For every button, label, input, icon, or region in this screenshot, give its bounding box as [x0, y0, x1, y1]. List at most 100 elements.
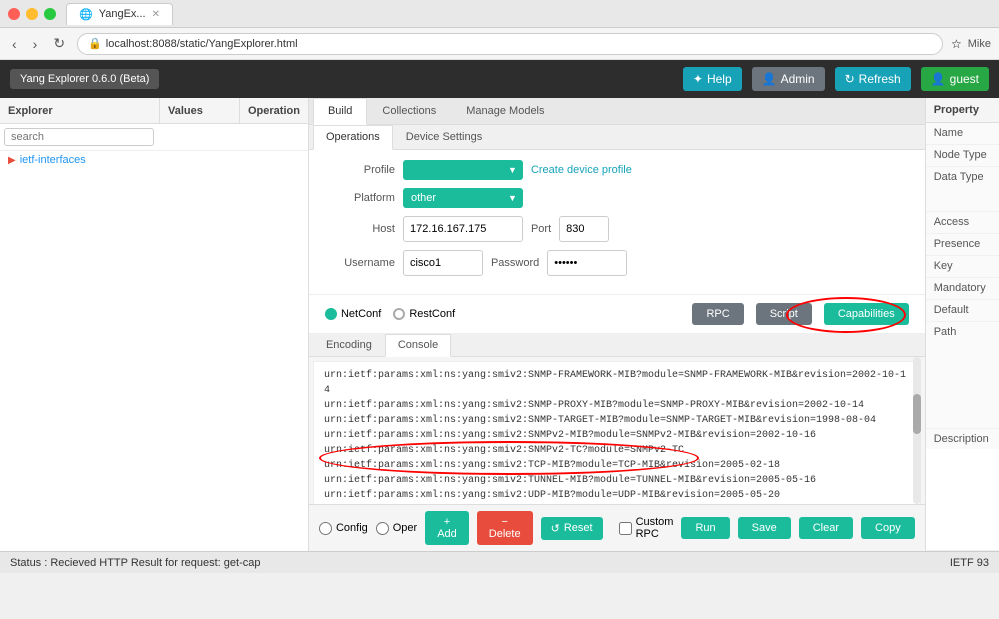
tab-favicon: 🌐	[79, 8, 93, 21]
reload-button[interactable]: ↻	[49, 33, 69, 54]
sub-tab-device-settings[interactable]: Device Settings	[393, 125, 495, 149]
main-layout: Explorer Values Operation ▶ ietf-interfa…	[0, 98, 999, 551]
sidebar-panel: Explorer Values Operation ▶ ietf-interfa…	[0, 98, 309, 551]
col-values-label: Values	[168, 105, 203, 117]
prop-row-name: Name name	[926, 123, 999, 145]
restconf-radio[interactable]	[393, 308, 405, 320]
console-line-3: urn:ietf:params:xml:ns:yang:smiv2:SNMP-T…	[324, 413, 910, 428]
add-label: Add	[437, 528, 457, 540]
prop-row-node-type: Node Type leaf	[926, 145, 999, 167]
oper-radio-label[interactable]: Oper	[376, 522, 417, 535]
refresh-button[interactable]: ↻ Refresh	[835, 67, 911, 91]
console-tab[interactable]: Console	[385, 334, 451, 357]
netconf-radio-label[interactable]: NetConf	[325, 308, 381, 320]
status-bar: Status : Recieved HTTP Result for reques…	[0, 551, 999, 573]
config-label: Config	[336, 522, 368, 534]
protocol-row: NetConf RestConf RPC Script Capabilities	[309, 295, 925, 334]
status-text: Status : Recieved HTTP Result for reques…	[10, 557, 260, 569]
tab-manage-models[interactable]: Manage Models	[451, 98, 559, 124]
console-line-4: urn:ietf:params:xml:ns:yang:smiv2:SNMPv2…	[324, 428, 910, 443]
window-controls	[8, 8, 56, 20]
script-button[interactable]: Script	[756, 303, 812, 325]
console-line-1: urn:ietf:params:xml:ns:yang:smiv2:SNMP-F…	[324, 368, 910, 398]
tab-collections[interactable]: Collections	[367, 98, 451, 124]
console-area[interactable]: urn:ietf:params:xml:ns:yang:smiv2:SNMP-F…	[313, 361, 921, 504]
password-input[interactable]	[547, 250, 627, 276]
prop-mandatory-label: Mandatory	[926, 278, 999, 299]
search-input[interactable]	[4, 128, 154, 146]
copy-button[interactable]: Copy	[861, 517, 915, 539]
main-tabs-bar: Build Collections Manage Models	[309, 98, 925, 125]
tree-item-ietf-interfaces[interactable]: ▶ ietf-interfaces	[0, 151, 308, 169]
refresh-icon: ↻	[845, 72, 855, 86]
close-dot[interactable]	[8, 8, 20, 20]
run-button[interactable]: Run	[681, 517, 729, 539]
rpc-button[interactable]: RPC	[692, 303, 743, 325]
col-values-header: Values	[160, 98, 240, 123]
port-input[interactable]	[559, 216, 609, 242]
oper-label: Oper	[393, 522, 417, 534]
guest-button[interactable]: 👤 guest	[921, 67, 989, 91]
console-line-7: urn:ietf:params:xml:ns:yang:smiv2:TUNNEL…	[324, 473, 910, 488]
prop-row-default: Default	[926, 300, 999, 322]
prop-access-label: Access	[926, 212, 999, 233]
encode-tabs-bar: Encoding Console	[309, 334, 925, 357]
sub-tab-operations[interactable]: Operations	[313, 125, 393, 150]
create-profile-link[interactable]: Create device profile	[531, 164, 632, 176]
custom-rpc-label[interactable]: Custom RPC	[619, 516, 674, 540]
restconf-radio-label[interactable]: RestConf	[393, 308, 455, 320]
sub-tab-device-settings-label: Device Settings	[406, 131, 482, 143]
prop-description-label: Description	[926, 429, 999, 449]
app-title-button[interactable]: Yang Explorer 0.6.0 (Beta)	[10, 69, 159, 89]
capabilities-button[interactable]: Capabilities	[824, 303, 909, 325]
encoding-tab[interactable]: Encoding	[313, 334, 385, 356]
host-input[interactable]	[403, 216, 523, 242]
prop-presence-label: Presence	[926, 234, 999, 255]
console-line-9: urn:ietf:params:xml:ns:yang:smiv2:VPN-TC…	[324, 503, 910, 504]
scrollbar-track[interactable]	[913, 357, 921, 504]
col-operation-header: Operation	[240, 98, 308, 123]
bottom-bar: Config Oper + Add − Delete ↺ Reset Custo…	[309, 504, 925, 551]
tab-build-label: Build	[328, 105, 352, 117]
username-input[interactable]	[403, 250, 483, 276]
custom-rpc-checkbox[interactable]	[619, 522, 632, 535]
delete-button[interactable]: − Delete	[477, 511, 533, 545]
netconf-label: NetConf	[341, 308, 381, 320]
tab-close-icon[interactable]: ✕	[152, 9, 160, 20]
form-section: Profile Create device profile Platform o…	[309, 150, 925, 295]
tab-collections-label: Collections	[382, 105, 436, 117]
config-radio[interactable]	[319, 522, 332, 535]
console-line-5: urn:ietf:params:xml:ns:yang:smiv2:SNMPv2…	[324, 443, 910, 458]
admin-button[interactable]: 👤 Admin	[752, 67, 825, 91]
sub-tabs-bar: Operations Device Settings	[309, 125, 925, 150]
port-label: Port	[531, 223, 551, 235]
forward-button[interactable]: ›	[29, 34, 42, 54]
bookmark-icon[interactable]: ☆	[951, 37, 962, 51]
guest-label: guest	[950, 72, 979, 86]
reset-button[interactable]: ↺ Reset	[541, 517, 603, 540]
browser-navbar: ‹ › ↻ 🔒 localhost:8088/static/YangExplor…	[0, 28, 999, 60]
help-label: Help	[707, 72, 732, 86]
clear-button[interactable]: Clear	[799, 517, 853, 539]
browser-tab[interactable]: 🌐 YangEx... ✕	[66, 3, 173, 25]
maximize-dot[interactable]	[44, 8, 56, 20]
tab-build[interactable]: Build	[313, 98, 367, 125]
col-operation-label: Operation	[248, 105, 300, 117]
config-radio-label[interactable]: Config	[319, 522, 368, 535]
prop-row-mandatory: Mandatory true	[926, 278, 999, 300]
status-right: IETF 93	[950, 557, 989, 569]
platform-select[interactable]: other	[403, 188, 523, 208]
minimize-dot[interactable]	[26, 8, 38, 20]
save-button[interactable]: Save	[738, 517, 791, 539]
address-bar[interactable]: 🔒 localhost:8088/static/YangExplorer.htm…	[77, 33, 943, 55]
oper-radio[interactable]	[376, 522, 389, 535]
help-button[interactable]: ✦ Help	[683, 67, 742, 91]
console-line-2: urn:ietf:params:xml:ns:yang:smiv2:SNMP-P…	[324, 398, 910, 413]
scrollbar-thumb[interactable]	[913, 394, 921, 434]
profile-select[interactable]	[403, 160, 523, 180]
add-button[interactable]: + Add	[425, 511, 469, 545]
browser-titlebar: 🌐 YangEx... ✕	[0, 0, 999, 28]
plus-icon: +	[444, 516, 450, 528]
back-button[interactable]: ‹	[8, 34, 21, 54]
netconf-radio[interactable]	[325, 308, 337, 320]
